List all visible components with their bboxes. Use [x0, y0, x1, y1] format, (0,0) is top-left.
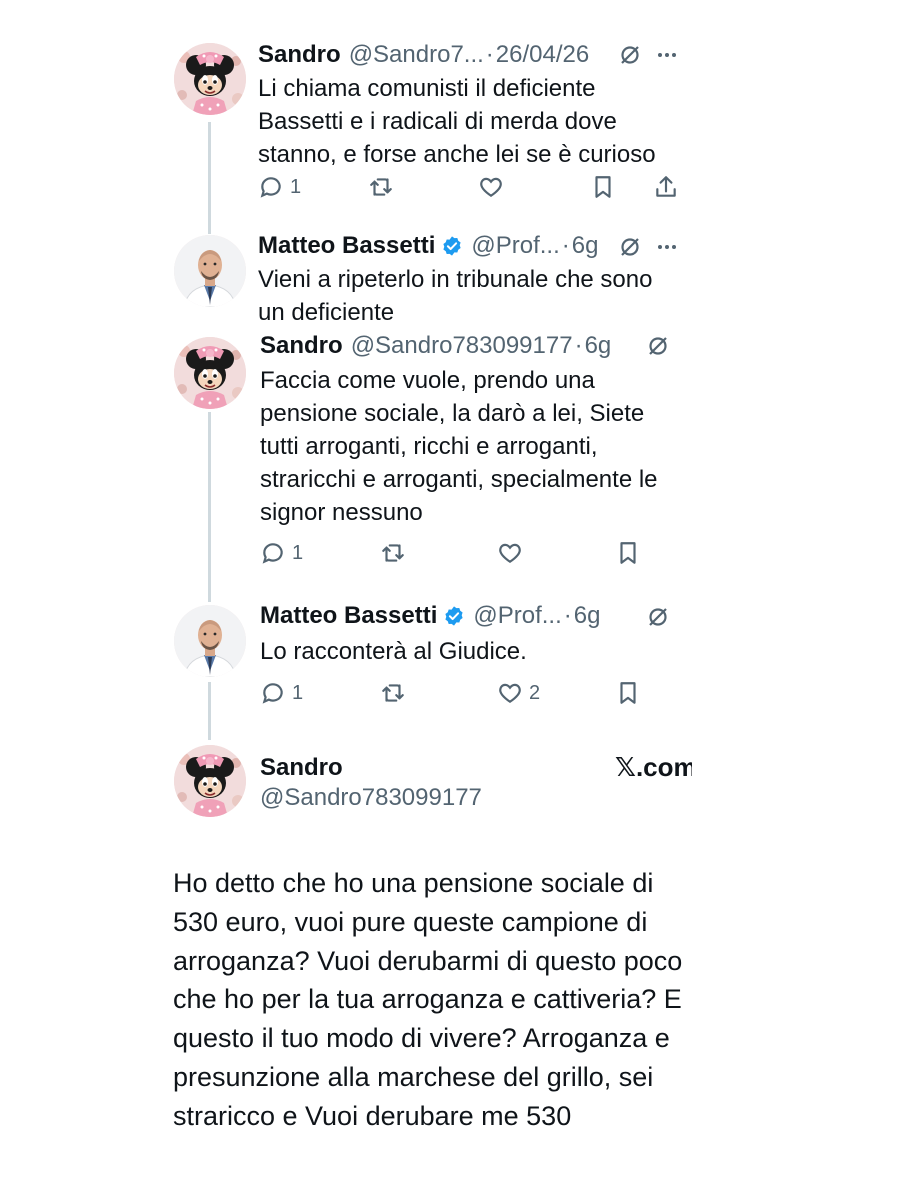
author-name[interactable]: Sandro	[260, 331, 343, 361]
grok-icon[interactable]	[646, 605, 670, 629]
share-icon	[656, 176, 676, 197]
author-name[interactable]: Matteo Bassetti	[260, 601, 437, 631]
retweet-button[interactable]	[380, 540, 406, 566]
author-name[interactable]: Sandro	[258, 40, 341, 70]
tweet-text: Li chiama comunisti il deficiente Basset…	[258, 75, 656, 168]
avatar[interactable]	[174, 235, 246, 307]
heart-icon	[499, 543, 521, 563]
avatar[interactable]	[174, 43, 246, 115]
heart-icon	[480, 177, 502, 197]
reply-icon	[262, 543, 283, 564]
thread-line	[208, 412, 211, 602]
tweet-header: Matteo Bassetti @Prof... · 6g	[258, 231, 598, 261]
bookmark-icon	[595, 176, 611, 198]
timestamp[interactable]: 6g	[585, 331, 612, 361]
tweet-actions: 1	[258, 174, 688, 204]
timestamp[interactable]: 6g	[572, 231, 599, 261]
avatar[interactable]	[174, 745, 246, 817]
separator-dot: ·	[563, 602, 572, 629]
bookmark-icon	[620, 542, 636, 564]
grok-icon[interactable]	[646, 334, 670, 358]
reply-icon	[262, 683, 283, 704]
tweet-text: Faccia come vuole, prendo una pensione s…	[260, 367, 658, 526]
timestamp[interactable]: 26/04/26	[496, 40, 589, 70]
reply-count: 1	[292, 541, 304, 564]
separator-dot: ·	[561, 232, 570, 259]
author-name[interactable]: Sandro	[260, 753, 343, 783]
author-handle[interactable]: @Prof...	[473, 601, 561, 631]
author-handle[interactable]: @Prof...	[471, 231, 559, 261]
reply-button[interactable]: 1	[260, 680, 303, 706]
tweet-actions: 1	[260, 540, 690, 570]
retweet-button[interactable]	[368, 174, 394, 200]
author-handle[interactable]: @Sandro7...	[349, 40, 484, 70]
more-icon[interactable]	[655, 43, 679, 67]
thread-line	[208, 122, 211, 234]
avatar[interactable]	[174, 605, 246, 677]
like-button[interactable]	[478, 174, 510, 200]
like-count: 2	[529, 681, 541, 704]
grok-icon[interactable]	[618, 43, 642, 67]
bookmark-button[interactable]	[615, 540, 641, 566]
reply-count: 1	[292, 681, 304, 704]
reply-button[interactable]: 1	[260, 540, 303, 566]
retweet-icon	[382, 544, 404, 562]
thread-line	[208, 682, 211, 740]
more-icon[interactable]	[655, 235, 679, 259]
x-brand-logo: 𝕏.com	[615, 752, 697, 782]
reply-count: 1	[290, 175, 302, 198]
like-button[interactable]: 2	[497, 680, 540, 706]
separator-dot: ·	[485, 41, 494, 68]
timestamp[interactable]: 6g	[574, 601, 601, 631]
avatar[interactable]	[174, 337, 246, 409]
tweet-text: Ho detto che ho una pensione sociale di …	[173, 868, 683, 1131]
retweet-icon	[382, 684, 404, 702]
author-handle[interactable]: @Sandro783099177	[260, 783, 482, 813]
like-button[interactable]	[497, 540, 529, 566]
tweet-text: Lo racconterà al Giudice.	[260, 638, 527, 665]
verified-badge-icon	[441, 235, 463, 257]
reply-button[interactable]: 1	[258, 174, 301, 200]
retweet-icon	[370, 178, 392, 196]
tweet-header: Sandro @Sandro783099177 · 6g	[260, 331, 611, 361]
retweet-button[interactable]	[380, 680, 406, 706]
share-button[interactable]	[653, 174, 679, 200]
bookmark-icon	[620, 682, 636, 704]
bookmark-button[interactable]	[590, 174, 616, 200]
tweet-header: Sandro @Sandro7... · 26/04/26	[258, 40, 589, 70]
reply-icon	[260, 177, 281, 198]
separator-dot: ·	[574, 332, 583, 359]
tweet-actions: 1 2	[260, 680, 690, 710]
author-name[interactable]: Matteo Bassetti	[258, 231, 435, 261]
bookmark-button[interactable]	[615, 680, 641, 706]
crop-edge	[692, 0, 915, 1200]
tweet-header: Matteo Bassetti @Prof... · 6g	[260, 601, 600, 631]
author-handle[interactable]: @Sandro783099177	[351, 331, 573, 361]
verified-badge-icon	[443, 605, 465, 627]
tweet-text: Vieni a ripeterlo in tribunale che sono …	[258, 266, 653, 326]
heart-icon	[499, 683, 521, 703]
grok-icon[interactable]	[618, 235, 642, 259]
